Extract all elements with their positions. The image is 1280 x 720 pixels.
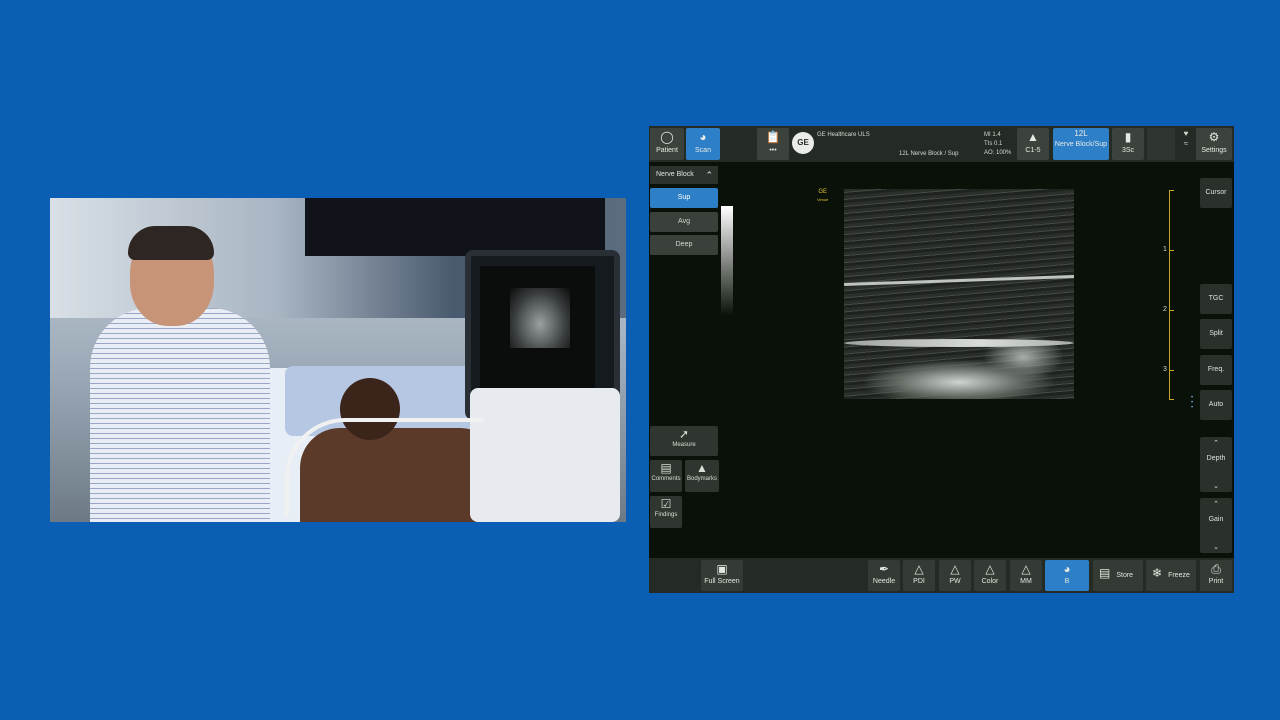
measure-button[interactable]: ➚ Measure xyxy=(650,426,718,456)
depth-control[interactable]: ⌃ Depth ⌄ xyxy=(1200,437,1232,492)
store-button[interactable]: ▤ Store xyxy=(1093,560,1143,591)
mm-icon: △ xyxy=(1021,562,1031,576)
split-button[interactable]: Split xyxy=(1200,319,1232,349)
bodymarks-button[interactable]: ▲ Bodymarks xyxy=(685,460,719,492)
top-toolbar: ◯ Patient ◕ Scan 📋 ••• GE GE Healthcare … xyxy=(649,126,1234,162)
comments-button[interactable]: ▤ Comments xyxy=(650,460,682,492)
depth-tick xyxy=(1169,310,1174,311)
person-icon: ◯ xyxy=(660,130,674,144)
convex-probe-icon: ▲ xyxy=(1027,130,1039,144)
clipboard-search-button[interactable]: 📋 ••• xyxy=(757,128,789,160)
phased-probe-icon: ▮ xyxy=(1124,130,1132,144)
fascia-echo xyxy=(844,274,1074,287)
clipboard-icon: 📋 xyxy=(765,130,781,144)
auto-button[interactable]: Auto xyxy=(1200,390,1232,420)
clinician-hair xyxy=(128,226,214,260)
needle-icon: ✒ xyxy=(878,562,890,576)
b-mode-icon: ◕ xyxy=(1063,562,1071,576)
tgc-button[interactable]: TGC xyxy=(1200,284,1232,314)
disabled-probe-button[interactable] xyxy=(1147,128,1175,160)
pdi-button[interactable]: △ PDI xyxy=(903,560,935,591)
body-icon: ▲ xyxy=(696,461,708,475)
tis-value: TIs 0.1 xyxy=(984,141,1003,147)
ultrasound-cart-image xyxy=(510,288,570,348)
probe-cable xyxy=(285,418,485,518)
mi-value: MI 1.4 xyxy=(984,132,1001,138)
mm-button[interactable]: △ MM xyxy=(1010,560,1042,591)
color-button[interactable]: △ Color xyxy=(974,560,1006,591)
depth-scale xyxy=(1169,190,1175,400)
comment-icon: ▤ xyxy=(660,461,672,475)
freq-button[interactable]: Freq. xyxy=(1200,355,1232,385)
pdi-icon: △ xyxy=(914,562,924,576)
clipboard-check-icon: ☑ xyxy=(660,497,672,511)
probe-wave-icon: ◕ xyxy=(699,130,707,144)
fullscreen-icon: ▣ xyxy=(716,562,728,576)
settings-button[interactable]: ⚙ Settings xyxy=(1196,128,1232,160)
probe-12l-button[interactable]: 12L Nerve Block/Sup xyxy=(1053,128,1109,160)
preset-avg-button[interactable]: Avg xyxy=(650,212,718,232)
clinician-figure xyxy=(90,308,270,522)
bottom-toolbar: ▣ Full Screen ✒ Needle △ PDI △ PW △ Colo… xyxy=(649,558,1234,593)
depth-tick xyxy=(1169,190,1174,191)
gear-icon: ⚙ xyxy=(1208,130,1220,144)
depth-label-1: 1 xyxy=(1163,246,1167,253)
printer-icon: ⎙ xyxy=(1211,562,1221,576)
findings-button[interactable]: ☑ Findings xyxy=(650,496,682,528)
b-mode-button[interactable]: ◕ B xyxy=(1045,560,1089,591)
scan-button[interactable]: ◕ Scan xyxy=(686,128,720,160)
cursor-button[interactable]: Cursor xyxy=(1200,178,1232,208)
gain-control[interactable]: ⌃ Gain ⌄ xyxy=(1200,498,1232,553)
depth-tick xyxy=(1169,399,1174,400)
ruler-icon: ➚ xyxy=(678,427,690,441)
needle-button[interactable]: ✒ Needle xyxy=(868,560,900,591)
image-orientation-marker: GE Venue xyxy=(817,189,829,202)
chevron-down-icon[interactable]: ⌄ xyxy=(1200,543,1232,551)
probe-3sc-button[interactable]: ▮ 3Sc xyxy=(1112,128,1144,160)
ao-value: AO: 100% xyxy=(984,150,1012,156)
pw-button[interactable]: △ PW xyxy=(939,560,971,591)
overhead-monitor xyxy=(305,198,605,256)
chevron-up-icon[interactable]: ⌃ xyxy=(1200,439,1232,447)
print-button[interactable]: ⎙ Print xyxy=(1200,560,1232,591)
full-screen-button[interactable]: ▣ Full Screen xyxy=(701,560,743,591)
chevron-up-icon[interactable]: ⌃ xyxy=(1200,500,1232,508)
bone-echo xyxy=(844,339,1074,347)
depth-tick xyxy=(1169,370,1174,371)
preset-line: 12L Nerve Block / Sup xyxy=(899,151,959,157)
camera-video-panel xyxy=(50,198,626,522)
ultrasound-screen: ◯ Patient ◕ Scan 📋 ••• GE GE Healthcare … xyxy=(649,126,1234,593)
freeze-button[interactable]: ❄ Freeze xyxy=(1146,560,1196,591)
ultrasound-cart-body xyxy=(470,388,620,522)
pw-icon: △ xyxy=(950,562,960,576)
depth-tick xyxy=(1169,250,1174,251)
grayscale-bar xyxy=(721,206,733,316)
color-icon: △ xyxy=(985,562,995,576)
preset-sup-button[interactable]: Sup xyxy=(650,188,718,208)
ge-logo-icon: GE xyxy=(792,132,814,154)
page-dots-icon: • • • xyxy=(1191,395,1194,411)
patient-button[interactable]: ◯ Patient xyxy=(650,128,684,160)
chevron-down-icon[interactable]: ⌄ xyxy=(1200,482,1232,490)
depth-label-3: 3 xyxy=(1163,366,1167,373)
more-dots-icon: ••• xyxy=(769,147,777,154)
nerve-block-header[interactable]: Nerve Block ⌃ xyxy=(650,166,718,184)
chevron-up-icon: ⌃ xyxy=(705,170,713,180)
snowflake-icon: ❄ xyxy=(1152,566,1163,580)
vendor-name: GE Healthcare ULS xyxy=(817,132,870,138)
preset-deep-button[interactable]: Deep xyxy=(650,235,718,255)
video-camera-icon: ▤ xyxy=(1099,566,1111,580)
depth-label-2: 2 xyxy=(1163,306,1167,313)
wireless-status-icon: ♥ ≈ xyxy=(1183,129,1189,148)
ultrasound-image[interactable] xyxy=(844,189,1074,399)
probe-c1-5-button[interactable]: ▲ C1-5 xyxy=(1017,128,1049,160)
